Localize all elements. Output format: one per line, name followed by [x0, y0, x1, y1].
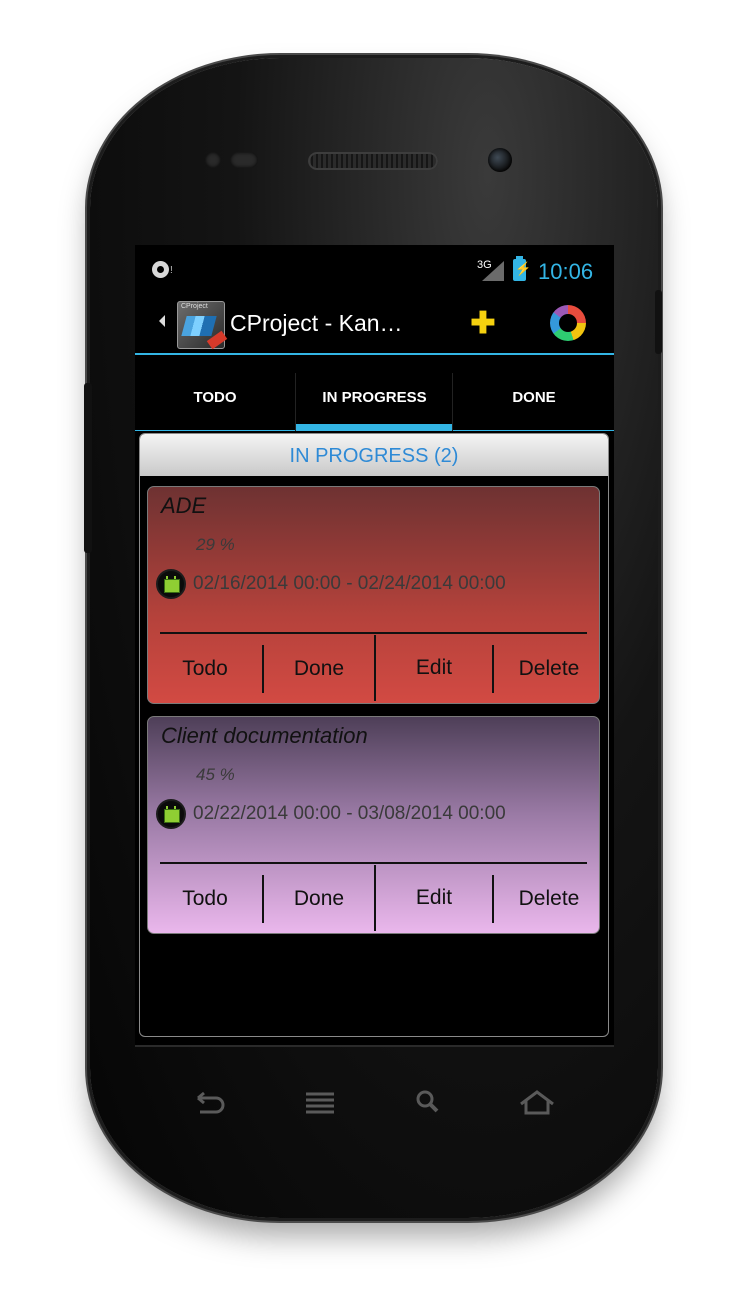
calendar-icon — [156, 569, 186, 599]
notification-icon — [152, 261, 169, 278]
home-icon[interactable] — [515, 1084, 559, 1120]
app-logo-graphic — [181, 316, 217, 336]
card-actions: Todo Done Edit Delete — [148, 633, 599, 703]
battery-charging-icon: ⚡ — [513, 256, 531, 281]
tab-done[interactable]: DONE — [452, 373, 614, 431]
power-button — [655, 290, 662, 354]
edit-button[interactable]: Edit — [374, 865, 492, 931]
delete-button[interactable]: Delete — [492, 875, 599, 923]
tab-selected-indicator — [296, 424, 453, 430]
task-title: ADE — [161, 493, 207, 518]
card-actions: Todo Done Edit Delete — [148, 863, 599, 933]
status-clock: 10:06 — [538, 259, 594, 284]
phone-screen: ! 3G ⚡ 10:06 CProject CProject - Kan… ✚ … — [135, 245, 614, 1047]
task-progress: 29 % — [196, 535, 235, 554]
move-to-todo-button[interactable]: Todo — [150, 645, 260, 693]
task-title: Client documentation — [161, 723, 368, 748]
back-icon[interactable] — [188, 1084, 232, 1120]
app-title: CProject - Kan… — [230, 310, 403, 336]
edit-button[interactable]: Edit — [374, 635, 492, 701]
task-card[interactable]: Client documentation 45 % 02/22/2014 00:… — [147, 716, 600, 934]
tab-bar: TODO IN PROGRESS DONE — [135, 373, 614, 431]
calendar-icon — [156, 799, 186, 829]
tab-todo[interactable]: TODO — [135, 373, 295, 431]
network-type: 3G — [477, 259, 492, 271]
proximity-sensor — [205, 152, 221, 168]
in-progress-panel: IN PROGRESS (2) ADE 29 % 02/16/2014 00:0… — [139, 433, 609, 1037]
action-bar: CProject CProject - Kan… ✚ — [135, 291, 614, 355]
donut-chart-icon[interactable] — [550, 305, 586, 341]
notification-alert-icon: ! — [170, 265, 173, 276]
screen-divider — [135, 1045, 614, 1047]
delete-button[interactable]: Delete — [492, 645, 599, 693]
move-to-done-button[interactable]: Done — [262, 875, 374, 923]
light-sensor — [230, 152, 258, 168]
earpiece-speaker — [308, 152, 438, 170]
task-card[interactable]: ADE 29 % 02/16/2014 00:00 - 02/24/2014 0… — [147, 486, 600, 704]
move-to-todo-button[interactable]: Todo — [150, 875, 260, 923]
panel-header: IN PROGRESS (2) — [140, 434, 608, 476]
app-logo-icon[interactable]: CProject — [177, 301, 228, 350]
task-progress: 45 % — [196, 765, 235, 784]
up-navigation-icon[interactable] — [159, 315, 165, 327]
search-icon[interactable] — [406, 1084, 450, 1120]
task-dates: 02/16/2014 00:00 - 02/24/2014 00:00 — [193, 573, 506, 594]
front-camera — [488, 148, 512, 172]
volume-button — [84, 383, 92, 553]
tab-in-progress[interactable]: IN PROGRESS — [295, 373, 453, 431]
task-dates: 02/22/2014 00:00 - 03/08/2014 00:00 — [193, 803, 506, 824]
move-to-done-button[interactable]: Done — [262, 645, 374, 693]
menu-icon[interactable] — [298, 1084, 342, 1120]
add-task-plus-icon[interactable]: ✚ — [470, 309, 496, 339]
status-bar: ! 3G ⚡ 10:06 — [135, 245, 614, 291]
tab-in-progress-label: IN PROGRESS — [322, 389, 427, 406]
app-logo-label: CProject — [181, 303, 208, 310]
